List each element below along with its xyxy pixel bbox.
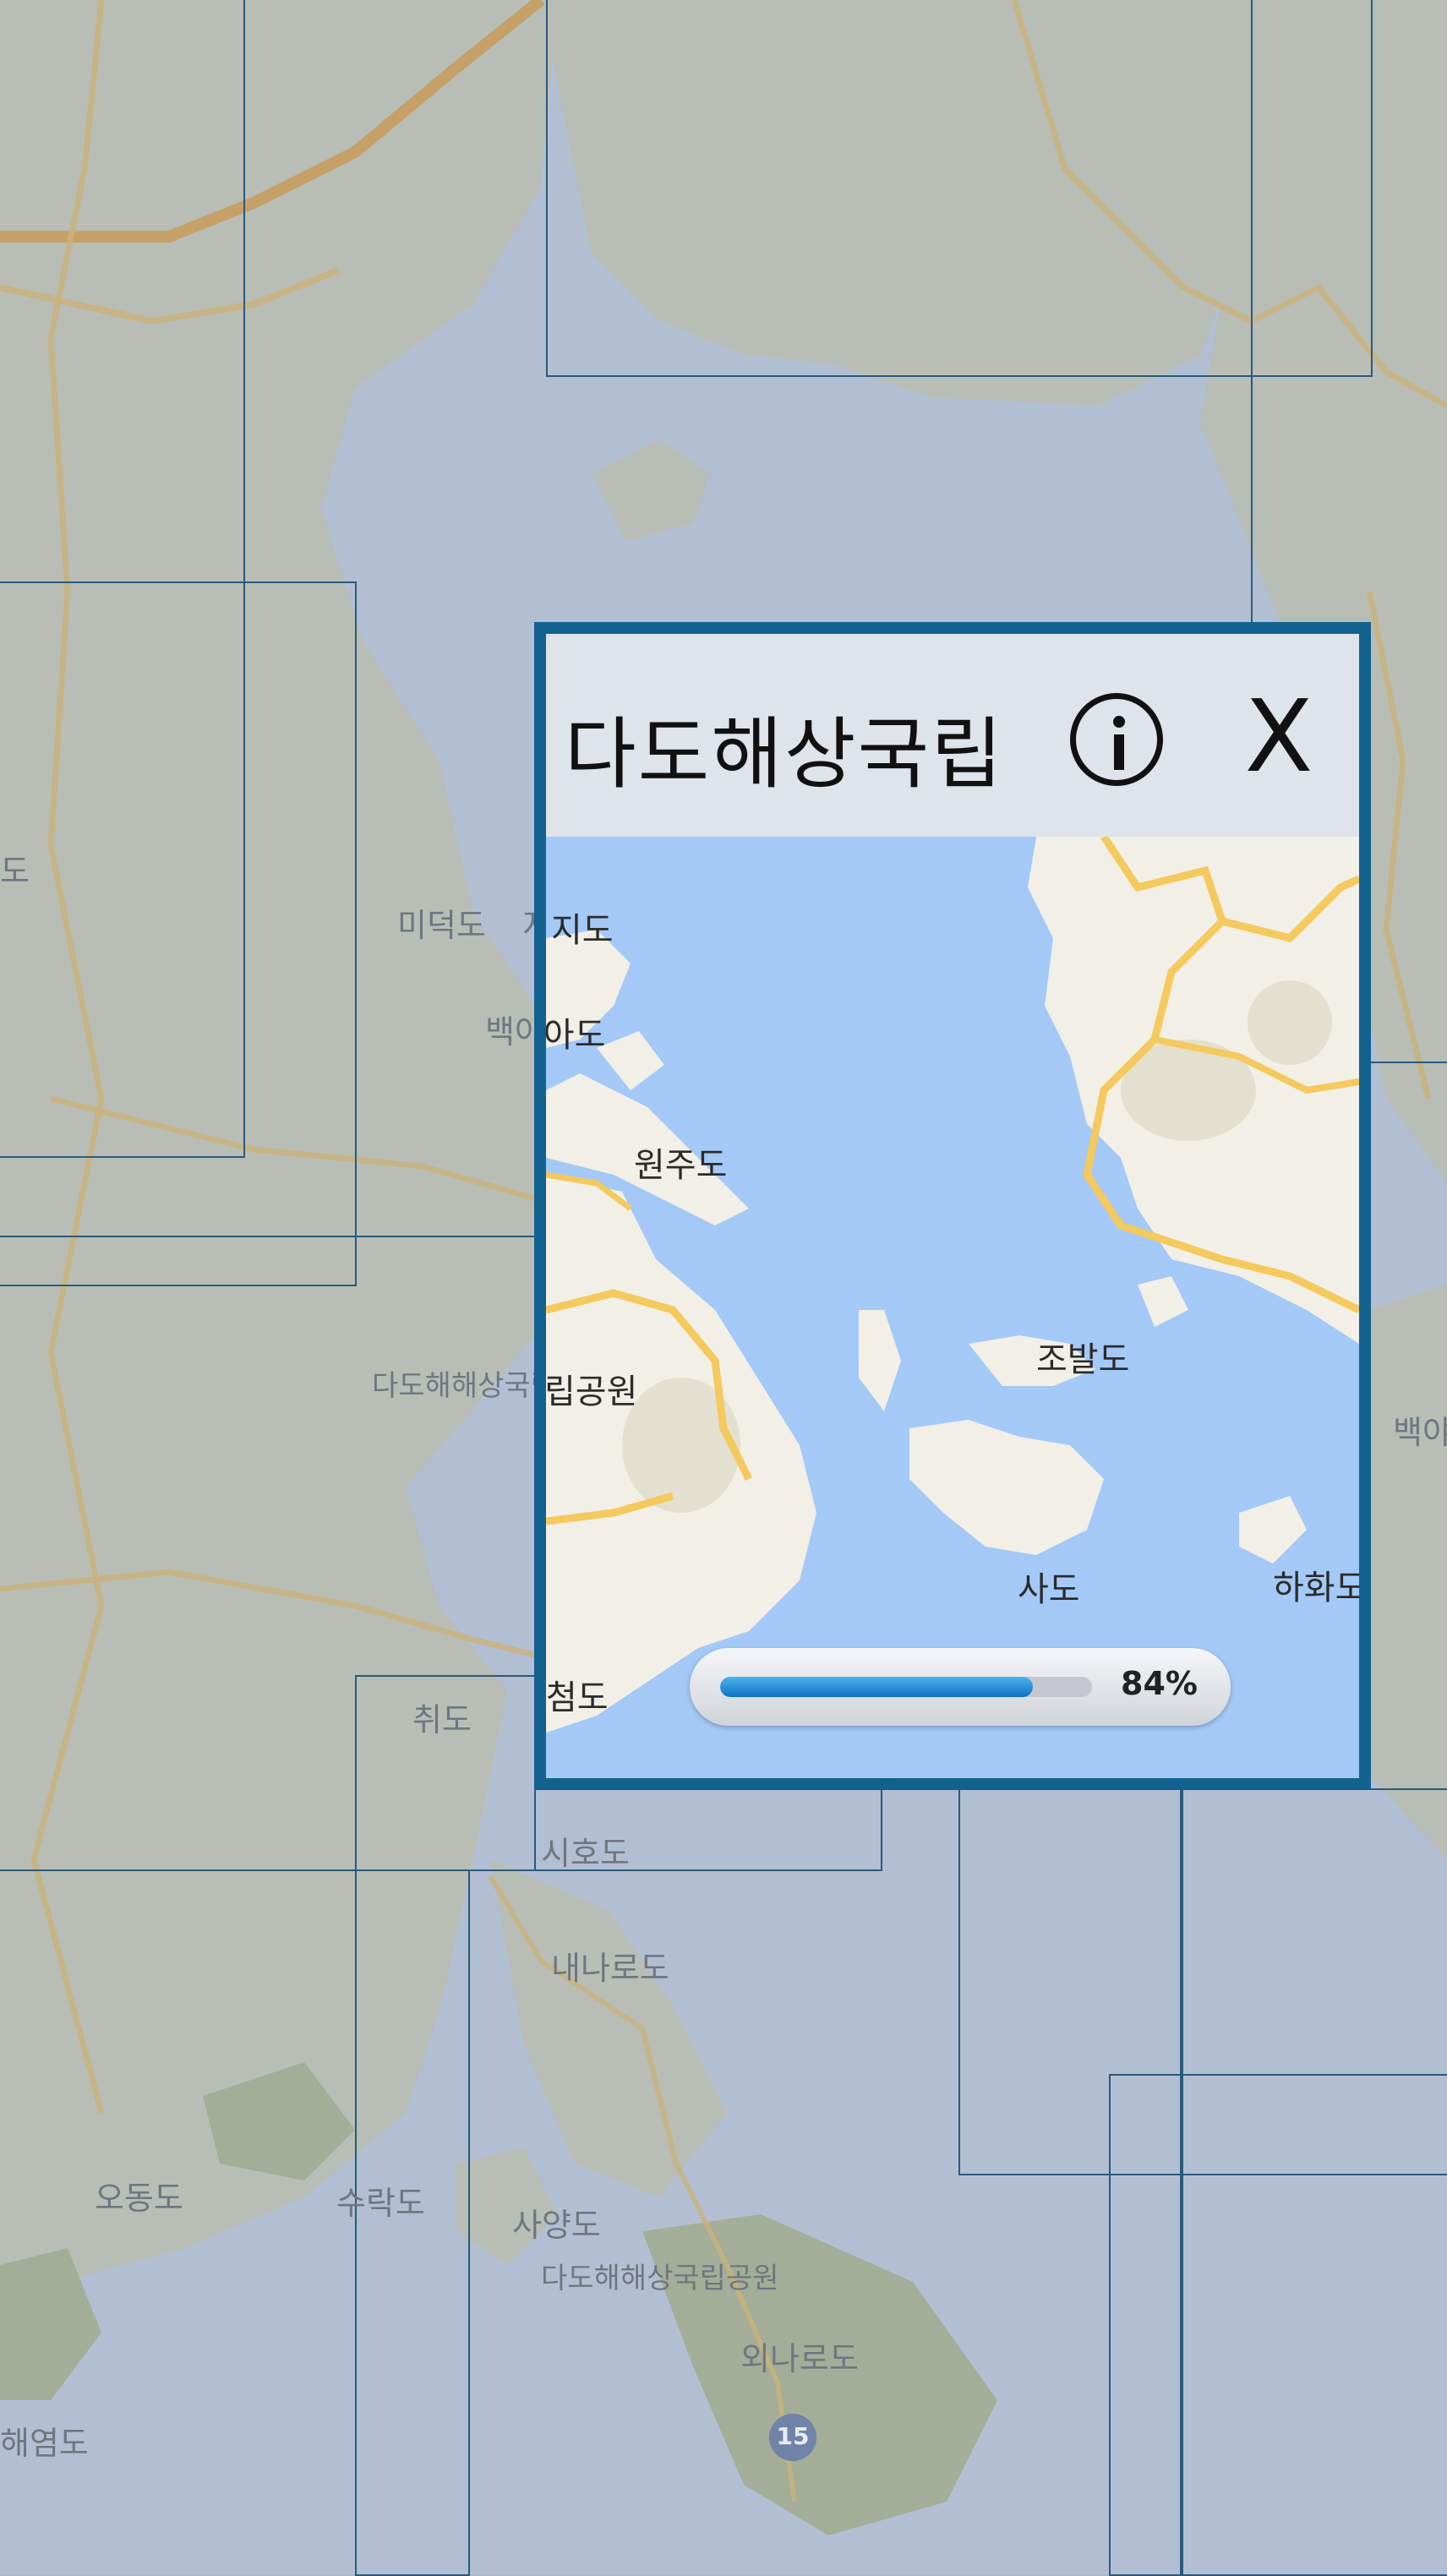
tile-outline bbox=[1109, 2074, 1447, 2576]
bg-label: 외나로도 bbox=[740, 2340, 859, 2377]
bg-label: 다도해해상국립공원 bbox=[541, 2262, 779, 2295]
bg-label: 취도 bbox=[412, 1701, 472, 1738]
popup-map-label: 지도 bbox=[551, 911, 614, 950]
popup-map-label: 백아도 bbox=[543, 1016, 606, 1055]
progress-indicator: 84% bbox=[690, 1648, 1231, 1726]
bg-label: 미덕도 bbox=[397, 907, 486, 944]
bg-label: 오동도 bbox=[95, 2180, 183, 2217]
close-button[interactable]: X bbox=[1232, 681, 1325, 791]
bg-label: 시호도 bbox=[541, 1835, 630, 1872]
tile-outline bbox=[0, 581, 357, 1286]
bg-label: 사양도 bbox=[512, 2207, 601, 2244]
info-icon-dot bbox=[1113, 716, 1125, 728]
popup-header: 다도해상국립 X bbox=[546, 634, 1359, 837]
popup-map-label: 립공원 bbox=[544, 1373, 638, 1411]
popup-title: 다도해상국립 bbox=[565, 709, 1004, 800]
bg-label: 내나로도 bbox=[551, 1950, 669, 1987]
info-icon[interactable] bbox=[1070, 693, 1163, 786]
popup-map-label: 하화도 bbox=[1273, 1569, 1367, 1607]
progress-fill bbox=[720, 1677, 1033, 1697]
bg-label: 해염도 bbox=[0, 2425, 89, 2462]
popup-map-label: 사도 bbox=[1018, 1570, 1080, 1609]
tile-outline bbox=[546, 0, 1373, 377]
popup-map[interactable] bbox=[546, 837, 1359, 1790]
bg-label: 백야 bbox=[1393, 1414, 1447, 1451]
popup-map-label: 원주도 bbox=[634, 1146, 728, 1185]
info-icon-bar bbox=[1114, 734, 1124, 770]
bg-label: 수락도 bbox=[336, 2185, 425, 2222]
route-shield-label: 15 bbox=[776, 2422, 810, 2450]
terrain-shade bbox=[1248, 980, 1332, 1065]
popup-map-label: 첨도 bbox=[546, 1678, 609, 1717]
progress-track bbox=[720, 1677, 1092, 1697]
popup-map-label: 조발도 bbox=[1036, 1340, 1130, 1379]
bg-label: 도 bbox=[0, 853, 30, 890]
progress-percent-label: 84% bbox=[1121, 1665, 1198, 1702]
map-preview-popup[interactable]: 다도해상국립 X 지도 백아도 원주도 bbox=[534, 622, 1371, 1790]
